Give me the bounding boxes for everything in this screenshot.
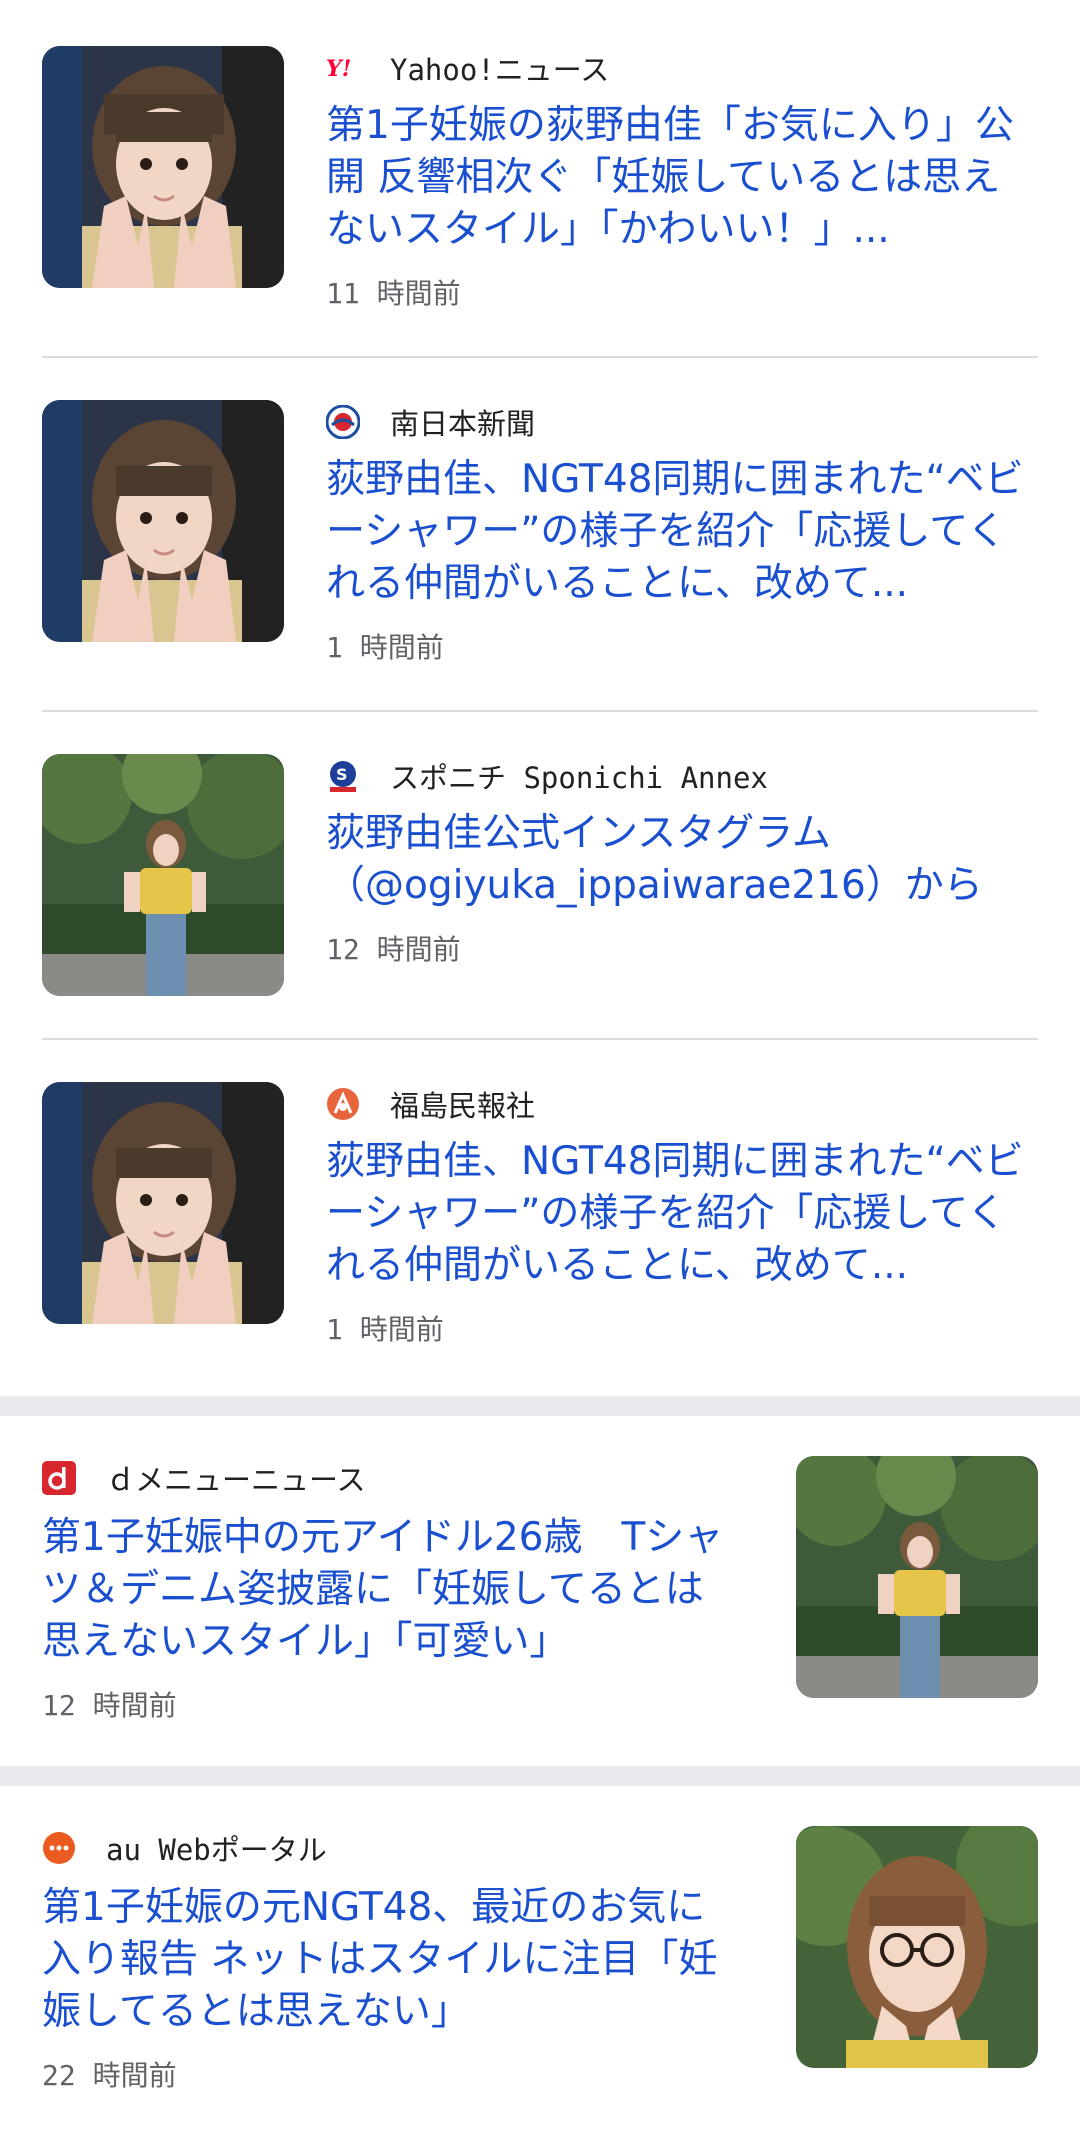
cluster-article-4[interactable]: 福島民報社 荻野由佳、NGT48同期に囲まれた“ベビーシャワー”の様子を紹介「応… bbox=[42, 1038, 1038, 1396]
news-feed: Y! Yahoo!ニュース 第1子妊娠の荻野由佳「お気に入り」公開 反響相次ぐ「… bbox=[0, 0, 1080, 2152]
article-title[interactable]: 第1子妊娠の荻野由佳「お気に入り」公開 反響相次ぐ「妊娠しているとは思えないスタ… bbox=[326, 100, 1038, 256]
article-source: S スポニチ Sponichi Annex bbox=[326, 754, 1038, 798]
article-time: 1 時間前 bbox=[326, 1313, 444, 1346]
article-title[interactable]: 荻野由佳、NGT48同期に囲まれた“ベビーシャワー”の様子を紹介「応援してくれる… bbox=[326, 1136, 1038, 1292]
news-card-dmenu[interactable]: ｄメニューニュース 第1子妊娠中の元アイドル26歳 Tシャツ＆デニム姿披露に「妊… bbox=[0, 1416, 1080, 1766]
minpo-logo-icon bbox=[326, 1087, 360, 1121]
article-source: ｄメニューニュース bbox=[42, 1456, 738, 1500]
article-time: 12 時間前 bbox=[42, 1689, 177, 1722]
article-thumbnail[interactable] bbox=[42, 1082, 284, 1324]
news-card-au[interactable]: au Webポータル 第1子妊娠の元NGT48、最近のお気に入り報告 ネットはス… bbox=[0, 1786, 1080, 2136]
article-source: au Webポータル bbox=[42, 1826, 738, 1870]
article-source: Y! Yahoo!ニュース bbox=[326, 46, 1038, 90]
article-thumbnail[interactable] bbox=[42, 46, 284, 288]
cluster-article-3[interactable]: S スポニチ Sponichi Annex 荻野由佳公式インスタグラム（@ogi… bbox=[42, 710, 1038, 1038]
svg-text:Y!: Y! bbox=[326, 56, 351, 80]
article-time: 22 時間前 bbox=[42, 2059, 177, 2092]
source-name: Yahoo!ニュース bbox=[390, 53, 610, 87]
cluster-article-1[interactable]: Y! Yahoo!ニュース 第1子妊娠の荻野由佳「お気に入り」公開 反響相次ぐ「… bbox=[42, 46, 1038, 356]
minaminippon-logo-icon bbox=[326, 405, 360, 439]
source-name: 福島民報社 bbox=[390, 1089, 536, 1123]
source-name: ｄメニューニュース bbox=[106, 1463, 366, 1497]
d-menu-logo-icon bbox=[42, 1461, 76, 1495]
yahoo-news-logo-icon: Y! bbox=[326, 51, 360, 85]
svg-text:S: S bbox=[336, 765, 348, 784]
article-time: 11 時間前 bbox=[326, 277, 461, 310]
source-name: au Webポータル bbox=[106, 1833, 327, 1867]
article-thumbnail[interactable] bbox=[42, 754, 284, 996]
sponichi-logo-icon: S bbox=[326, 759, 360, 793]
article-source: 南日本新聞 bbox=[326, 400, 1038, 444]
source-name: スポニチ Sponichi Annex bbox=[390, 761, 768, 795]
cluster-article-2[interactable]: 南日本新聞 荻野由佳、NGT48同期に囲まれた“ベビーシャワー”の様子を紹介「応… bbox=[42, 356, 1038, 710]
article-title[interactable]: 第1子妊娠中の元アイドル26歳 Tシャツ＆デニム姿披露に「妊娠してるとは思えない… bbox=[42, 1512, 738, 1668]
article-title[interactable]: 荻野由佳、NGT48同期に囲まれた“ベビーシャワー”の様子を紹介「応援してくれる… bbox=[326, 454, 1038, 610]
article-thumbnail[interactable] bbox=[42, 400, 284, 642]
article-title[interactable]: 第1子妊娠の元NGT48、最近のお気に入り報告 ネットはスタイルに注目「妊娠して… bbox=[42, 1882, 738, 2038]
source-name: 南日本新聞 bbox=[390, 407, 536, 441]
article-title[interactable]: 荻野由佳公式インスタグラム（@ogiyuka_ippaiwarae216）から bbox=[326, 808, 1038, 912]
story-cluster: Y! Yahoo!ニュース 第1子妊娠の荻野由佳「お気に入り」公開 反響相次ぐ「… bbox=[0, 0, 1080, 1396]
section-divider bbox=[0, 1766, 1080, 1786]
au-web-logo-icon bbox=[42, 1831, 76, 1865]
article-thumbnail[interactable] bbox=[796, 1826, 1038, 2068]
article-thumbnail[interactable] bbox=[796, 1456, 1038, 1698]
article-time: 12 時間前 bbox=[326, 933, 461, 966]
article-source: 福島民報社 bbox=[326, 1082, 1038, 1126]
section-divider bbox=[0, 1396, 1080, 1416]
article-time: 1 時間前 bbox=[326, 631, 444, 664]
